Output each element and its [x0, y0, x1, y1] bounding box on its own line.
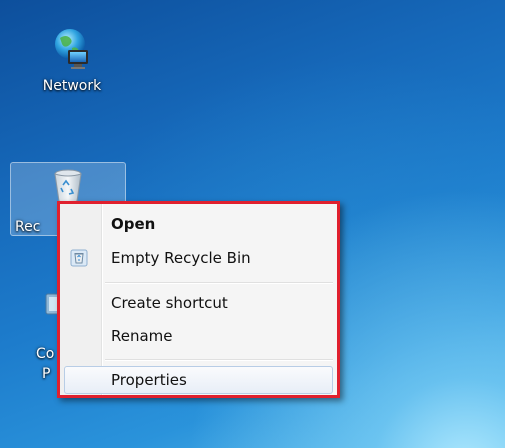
menu-item-empty-recycle-bin[interactable]: Empty Recycle Bin	[64, 244, 333, 272]
menu-item-label: Properties	[111, 371, 187, 389]
menu-item-open[interactable]: Open	[64, 210, 333, 238]
menu-item-label: Empty Recycle Bin	[111, 249, 251, 267]
recycle-bin-small-icon	[70, 249, 88, 267]
menu-item-label: Create shortcut	[111, 294, 228, 312]
desktop[interactable]: Network Rec Co P Open Empty Recycle Bin …	[0, 0, 505, 448]
recycle-bin-icon	[54, 169, 82, 204]
menu-item-label: Rename	[111, 327, 173, 345]
desktop-icon-network[interactable]: Network	[16, 26, 128, 94]
menu-item-label: Open	[111, 215, 156, 233]
menu-separator	[105, 282, 333, 284]
menu-item-rename[interactable]: Rename	[64, 322, 333, 350]
desktop-icon-label: Network	[42, 78, 102, 94]
desktop-icon-label: Rec	[15, 219, 41, 235]
menu-separator	[105, 359, 333, 361]
menu-item-properties[interactable]: Properties	[64, 366, 333, 394]
menu-item-create-shortcut[interactable]: Create shortcut	[64, 289, 333, 317]
network-globe-icon	[55, 29, 88, 69]
context-menu: Open Empty Recycle Bin Create shortcut R…	[57, 201, 340, 398]
